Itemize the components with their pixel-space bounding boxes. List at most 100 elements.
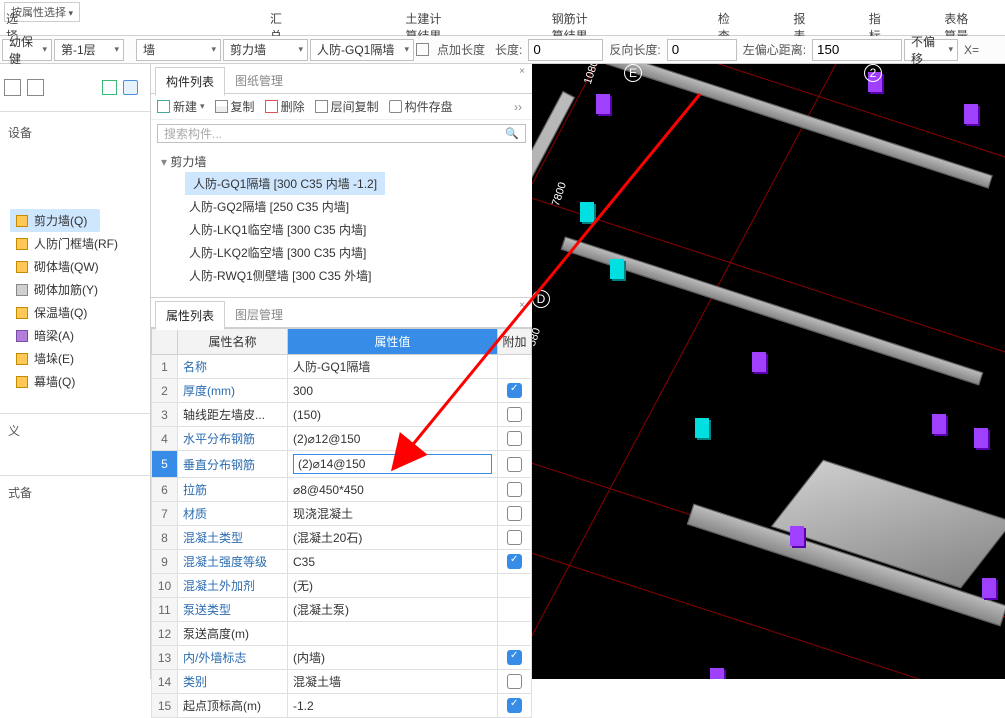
ribbon-tab-select[interactable]: 选择 — [0, 0, 40, 35]
property-row[interactable]: 1名称人防-GQ1隔墙 — [152, 355, 532, 379]
3d-viewport[interactable]: E 2 D 1080 7800 580 — [532, 64, 1005, 679]
property-value[interactable]: (内墙) — [288, 646, 498, 670]
length-input[interactable] — [528, 39, 603, 61]
grid-view-icon[interactable] — [123, 80, 138, 95]
property-value[interactable]: 人防-GQ1隔墙 — [288, 355, 498, 379]
component-dropdown[interactable]: 人防-GQ1隔墙 — [310, 39, 414, 61]
property-value[interactable]: 300 — [288, 379, 498, 403]
additional-checkbox-cell[interactable] — [498, 403, 532, 427]
type-dropdown[interactable]: 剪力墙 — [223, 39, 308, 61]
additional-checkbox-cell[interactable] — [498, 670, 532, 694]
ribbon-tab-index[interactable]: 指标 — [839, 0, 914, 35]
cat-masonry-wall[interactable]: 砌体墙(QW) — [10, 255, 150, 278]
tab-property-list[interactable]: 属性列表 — [155, 301, 225, 330]
property-value[interactable]: -1.2 — [288, 694, 498, 718]
tab-layer-manage[interactable]: 图层管理 — [225, 301, 293, 328]
tree-item-lkq1[interactable]: 人防-LKQ1临空墙 [300 C35 内墙] — [185, 218, 522, 241]
additional-checkbox-cell[interactable] — [498, 622, 532, 646]
ribbon-tab-civil-result[interactable]: 土建计算结果 — [375, 0, 481, 35]
tab-component-list[interactable]: 构件列表 — [155, 67, 225, 96]
additional-checkbox-cell[interactable] — [498, 502, 532, 526]
copy-component-button[interactable]: 复制 — [215, 98, 255, 115]
view-icon-2[interactable] — [27, 79, 44, 96]
sidebar-collapsed-1[interactable]: 义 — [0, 413, 150, 445]
additional-checkbox[interactable] — [507, 650, 522, 665]
save-component-button[interactable]: 构件存盘 — [389, 98, 453, 115]
cat-masonry-reinforce[interactable]: 砌体加筋(Y) — [10, 278, 150, 301]
sidebar-collapsed-2[interactable]: 式备 — [0, 475, 150, 507]
property-row[interactable]: 12泵送高度(m) — [152, 622, 532, 646]
additional-checkbox-cell[interactable] — [498, 478, 532, 502]
ribbon-tab-rebar-result[interactable]: 钢筋计算结果 — [522, 0, 628, 35]
search-component-input[interactable]: 搜索构件... — [157, 124, 526, 143]
additional-checkbox[interactable] — [507, 383, 522, 398]
delete-component-button[interactable]: 删除 — [265, 98, 305, 115]
cat-civil-defense-frame[interactable]: 人防门框墙(RF) — [10, 232, 150, 255]
additional-checkbox-cell[interactable] — [498, 379, 532, 403]
tree-item-gq2[interactable]: 人防-GQ2隔墙 [250 C35 内墙] — [185, 195, 522, 218]
point-add-length-checkbox[interactable] — [416, 43, 429, 56]
more-toolbar-icon[interactable]: ›› — [514, 100, 526, 114]
additional-checkbox-cell[interactable] — [498, 646, 532, 670]
property-value[interactable] — [288, 622, 498, 646]
additional-checkbox[interactable] — [507, 698, 522, 713]
additional-checkbox-cell[interactable] — [498, 355, 532, 379]
cat-insulation-wall[interactable]: 保温墙(Q) — [10, 301, 150, 324]
tree-root-shear-wall[interactable]: 剪力墙 — [161, 151, 522, 172]
property-value[interactable] — [288, 451, 498, 478]
property-row[interactable]: 10混凝土外加剂(无) — [152, 574, 532, 598]
additional-checkbox-cell[interactable] — [498, 574, 532, 598]
ribbon-tab-summary[interactable]: 汇总 — [240, 0, 315, 35]
additional-checkbox-cell[interactable] — [498, 427, 532, 451]
cat-wall-pier[interactable]: 墙垛(E) — [10, 347, 150, 370]
cat-shear-wall[interactable]: 剪力墙(Q) — [10, 209, 100, 232]
property-value-input[interactable] — [293, 454, 492, 474]
property-value[interactable]: 现浇混凝土 — [288, 502, 498, 526]
property-row[interactable]: 4水平分布钢筋(2)⌀12@150 — [152, 427, 532, 451]
property-row[interactable]: 13内/外墙标志(内墙) — [152, 646, 532, 670]
additional-checkbox[interactable] — [507, 530, 522, 545]
additional-checkbox[interactable] — [507, 482, 522, 497]
tab-drawing-manage[interactable]: 图纸管理 — [225, 67, 293, 94]
additional-checkbox-cell[interactable] — [498, 598, 532, 622]
property-row[interactable]: 8混凝土类型(混凝土20石) — [152, 526, 532, 550]
additional-checkbox-cell[interactable] — [498, 550, 532, 574]
project-dropdown[interactable]: 幼保健 — [2, 39, 52, 61]
property-row[interactable]: 9混凝土强度等级C35 — [152, 550, 532, 574]
additional-checkbox[interactable] — [507, 554, 522, 569]
property-row[interactable]: 5垂直分布钢筋 — [152, 451, 532, 478]
property-row[interactable]: 6拉筋⌀8@450*450 — [152, 478, 532, 502]
property-row[interactable]: 2厚度(mm)300 — [152, 379, 532, 403]
property-value[interactable]: (混凝土20石) — [288, 526, 498, 550]
property-value[interactable]: (无) — [288, 574, 498, 598]
ribbon-tab-report[interactable]: 报表 — [763, 0, 838, 35]
additional-checkbox-cell[interactable] — [498, 694, 532, 718]
property-row[interactable]: 15起点顶标高(m)-1.2 — [152, 694, 532, 718]
property-value[interactable]: ⌀8@450*450 — [288, 478, 498, 502]
additional-checkbox[interactable] — [507, 674, 522, 689]
floor-dropdown[interactable]: 第-1层 — [54, 39, 124, 61]
tree-item-rwq1[interactable]: 人防-RWQ1侧壁墙 [300 C35 外墙] — [185, 264, 522, 287]
tree-item-lkq2[interactable]: 人防-LKQ2临空墙 [300 C35 内墙] — [185, 241, 522, 264]
additional-checkbox[interactable] — [507, 506, 522, 521]
property-value[interactable]: 混凝土墙 — [288, 670, 498, 694]
additional-checkbox[interactable] — [507, 407, 522, 422]
property-value[interactable]: C35 — [288, 550, 498, 574]
left-offset-input[interactable] — [812, 39, 902, 61]
cat-curtain-wall[interactable]: 幕墙(Q) — [10, 370, 150, 393]
layer-copy-button[interactable]: 层间复制 — [315, 98, 379, 115]
tree-item-gq1[interactable]: 人防-GQ1隔墙 [300 C35 内墙 -1.2] — [185, 172, 385, 195]
ribbon-tab-table[interactable]: 表格算量 — [914, 0, 1005, 35]
property-row[interactable]: 11泵送类型(混凝土泵) — [152, 598, 532, 622]
reverse-length-input[interactable] — [667, 39, 737, 61]
property-value[interactable]: (150) — [288, 403, 498, 427]
new-component-button[interactable]: 新建▾ — [157, 98, 205, 115]
additional-checkbox-cell[interactable] — [498, 451, 532, 478]
view-icon-1[interactable] — [4, 79, 21, 96]
ribbon-tab-check[interactable]: 检查 — [688, 0, 763, 35]
property-row[interactable]: 7材质现浇混凝土 — [152, 502, 532, 526]
property-value[interactable]: (2)⌀12@150 — [288, 427, 498, 451]
property-row[interactable]: 3轴线距左墙皮...(150) — [152, 403, 532, 427]
cat-hidden-beam[interactable]: 暗梁(A) — [10, 324, 150, 347]
additional-checkbox[interactable] — [507, 431, 522, 446]
